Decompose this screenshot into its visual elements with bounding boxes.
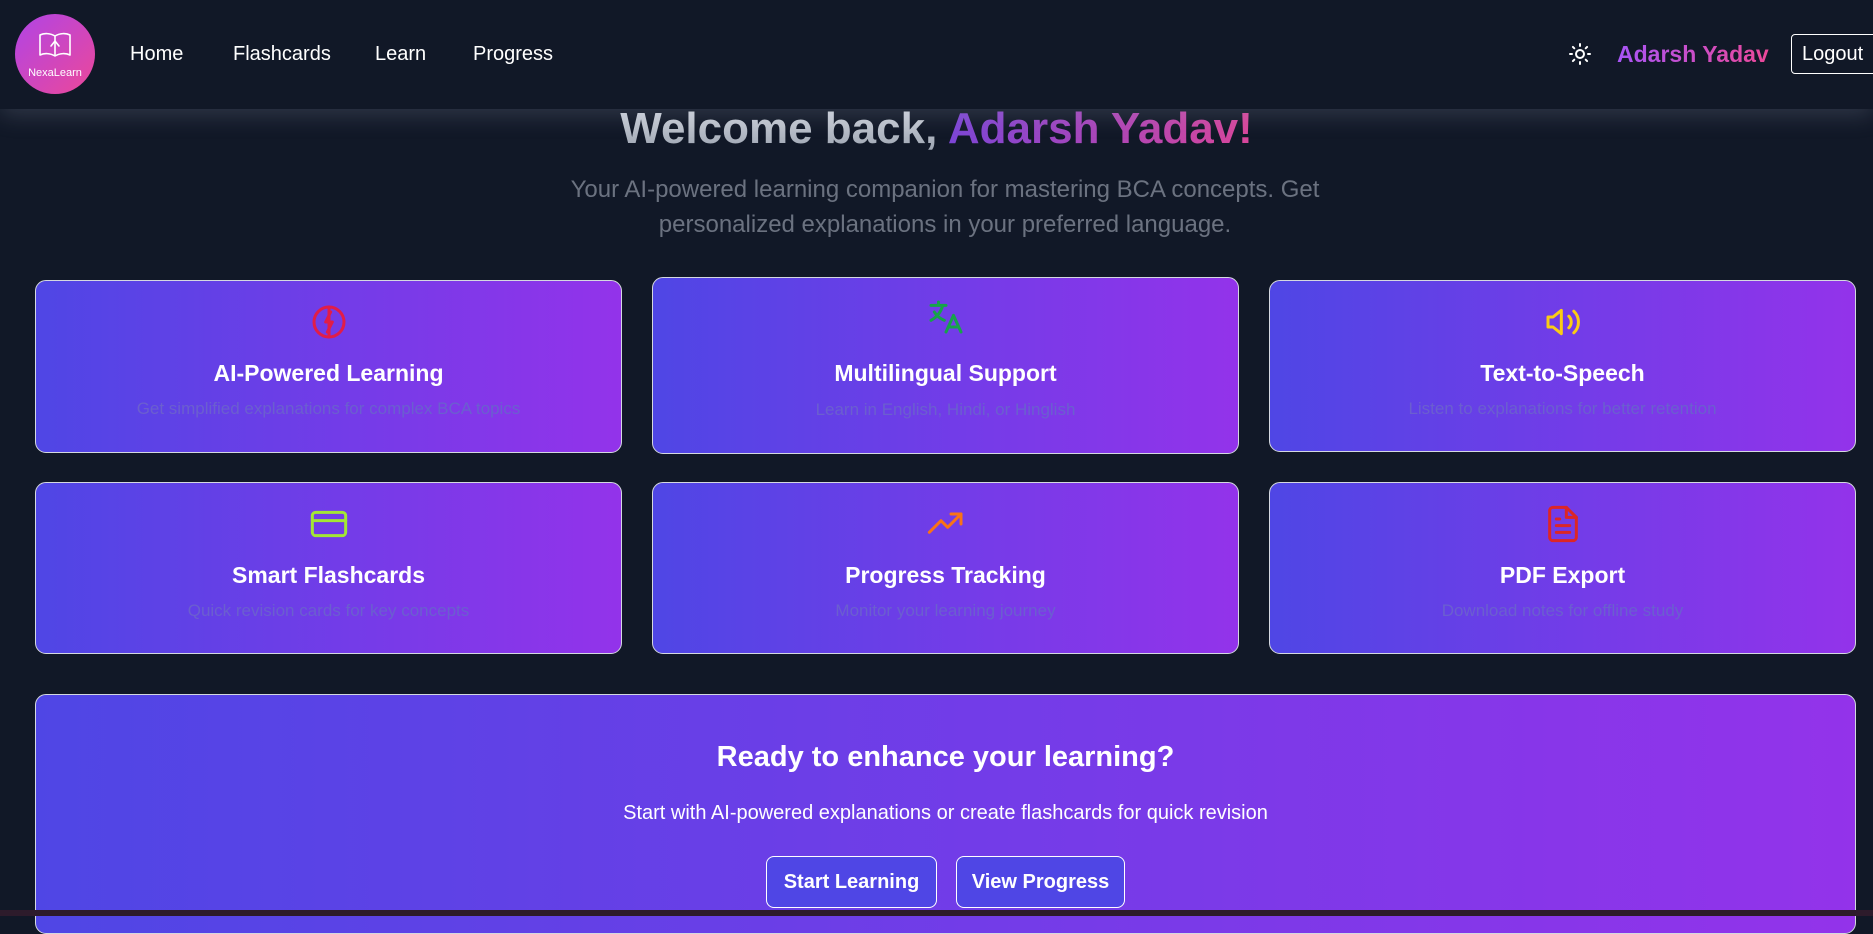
cta-title: Ready to enhance your learning?	[716, 741, 1175, 773]
cta-text: Start with AI-powered explanations or cr…	[623, 802, 1268, 824]
nav-flashcards-link[interactable]: Flashcards	[233, 43, 331, 66]
brain-icon	[36, 302, 621, 342]
speaker-icon	[1270, 302, 1855, 342]
nav-progress-link[interactable]: Progress	[473, 43, 553, 66]
start-learning-button[interactable]: Start Learning	[766, 856, 937, 908]
user-name: Adarsh Yadav	[1617, 41, 1769, 67]
feature-description: Monitor your learning journey	[835, 601, 1056, 620]
feature-description: Download notes for offline study	[1441, 601, 1684, 620]
book-icon	[38, 30, 72, 65]
feature-description: Quick revision cards for key concepts	[187, 601, 470, 620]
hero-subtitle: Your AI-powered learning companion for m…	[570, 176, 1320, 238]
view-progress-button[interactable]: View Progress	[956, 856, 1125, 908]
credit-card-icon	[36, 504, 621, 544]
welcome-prefix: Welcome back,	[620, 104, 948, 153]
feature-title: Progress Tracking	[845, 562, 1046, 588]
feature-card-ai-learning[interactable]: AI-Powered Learning Get simplified expla…	[35, 280, 622, 453]
file-text-icon	[1270, 504, 1855, 544]
feature-card-flashcards[interactable]: Smart Flashcards Quick revision cards fo…	[35, 482, 622, 654]
feature-card-text-to-speech[interactable]: Text-to-Speech Listen to explanations fo…	[1269, 280, 1856, 452]
logout-button[interactable]: Logout	[1791, 34, 1873, 74]
feature-card-multilingual[interactable]: Multilingual Support Learn in English, H…	[652, 277, 1239, 454]
feature-title: Multilingual Support	[834, 360, 1057, 386]
sun-icon	[1568, 42, 1592, 71]
feature-title: AI-Powered Learning	[213, 360, 444, 386]
cta-section: Ready to enhance your learning? Start wi…	[35, 694, 1856, 934]
welcome-user-name: Adarsh Yadav!	[947, 104, 1253, 153]
feature-title: PDF Export	[1499, 562, 1626, 588]
bottom-edge	[0, 910, 1873, 916]
welcome-heading: Welcome back, Adarsh Yadav!	[0, 104, 1873, 154]
feature-card-pdf-export[interactable]: PDF Export Download notes for offline st…	[1269, 482, 1856, 654]
nav-home-link[interactable]: Home	[130, 43, 183, 66]
app-logo[interactable]: NexaLearn	[15, 14, 95, 94]
trending-up-icon	[653, 504, 1238, 544]
feature-title: Text-to-Speech	[1480, 360, 1645, 386]
top-navbar: NexaLearn Home Flashcards Learn Progress…	[0, 0, 1873, 109]
theme-toggle-button[interactable]	[1566, 42, 1594, 70]
feature-card-progress-tracking[interactable]: Progress Tracking Monitor your learning …	[652, 482, 1239, 654]
feature-description: Listen to explanations for better retent…	[1408, 399, 1717, 418]
nav-learn-link[interactable]: Learn	[375, 43, 426, 66]
feature-title: Smart Flashcards	[231, 562, 426, 588]
feature-description: Get simplified explanations for complex …	[136, 399, 521, 418]
logo-text: NexaLearn	[28, 66, 82, 79]
languages-icon	[653, 297, 1238, 337]
feature-description: Learn in English, Hindi, or Hinglish	[815, 400, 1076, 419]
